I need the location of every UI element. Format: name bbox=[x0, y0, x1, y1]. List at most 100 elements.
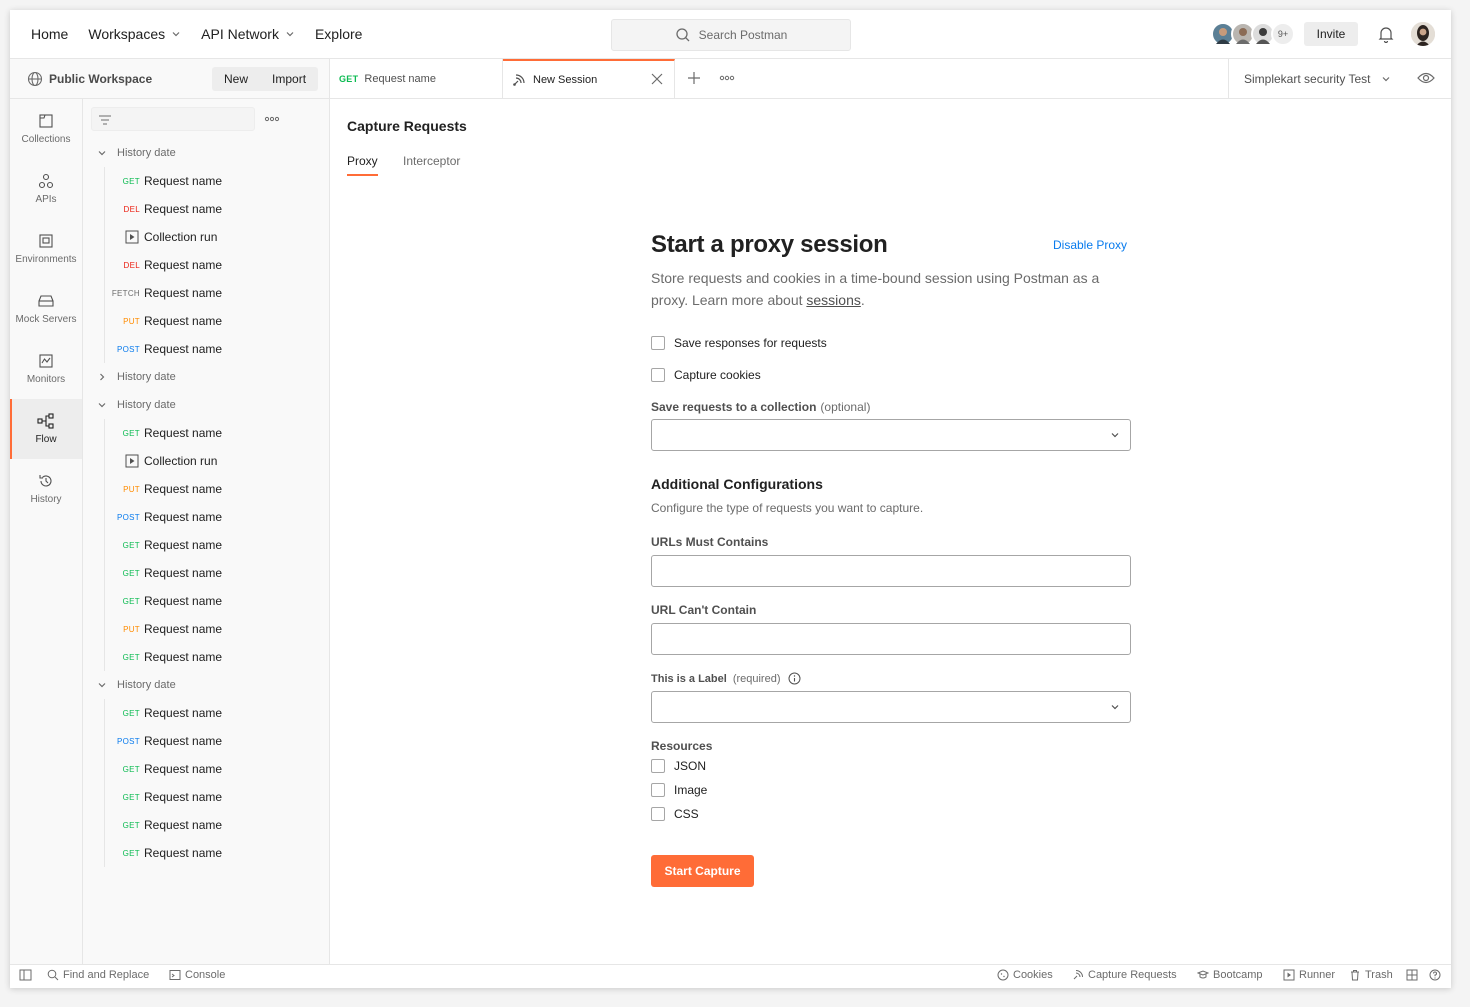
history-item[interactable]: PUT Request name bbox=[83, 615, 330, 643]
cookies-button[interactable]: Cookies bbox=[997, 969, 1053, 981]
tab-request[interactable]: GET Request name bbox=[330, 59, 503, 98]
history-item[interactable]: Collection run bbox=[83, 447, 330, 475]
tab-interceptor[interactable]: Interceptor bbox=[403, 154, 460, 168]
new-button[interactable]: New bbox=[212, 67, 260, 91]
resource-option-css[interactable]: CSS bbox=[651, 807, 699, 821]
history-item[interactable]: DEL Request name bbox=[83, 195, 330, 223]
close-tab-button[interactable] bbox=[650, 72, 664, 86]
history-item[interactable]: PUT Request name bbox=[83, 475, 330, 503]
find-replace-button[interactable]: Find and Replace bbox=[47, 969, 149, 981]
nav-explore[interactable]: Explore bbox=[305, 10, 372, 58]
chevron-down-icon bbox=[172, 32, 180, 37]
nav-home[interactable]: Home bbox=[10, 10, 78, 58]
history-group[interactable]: History date bbox=[83, 363, 330, 391]
url-cant-contain-input[interactable] bbox=[651, 623, 1131, 655]
invite-button[interactable]: Invite bbox=[1304, 22, 1358, 46]
history-item[interactable]: GET Request name bbox=[83, 419, 330, 447]
start-capture-button[interactable]: Start Capture bbox=[651, 855, 754, 887]
info-icon[interactable] bbox=[788, 672, 801, 685]
history-group[interactable]: History date bbox=[83, 139, 330, 167]
css-checkbox[interactable] bbox=[651, 807, 665, 821]
chevron-down-icon[interactable] bbox=[97, 400, 107, 410]
history-item[interactable]: GET Request name bbox=[83, 839, 330, 867]
history-item[interactable]: POST Request name bbox=[83, 335, 330, 363]
new-tab-button[interactable] bbox=[687, 71, 701, 85]
environment-quick-look-button[interactable] bbox=[1417, 71, 1435, 85]
globe-icon bbox=[27, 71, 43, 87]
import-button[interactable]: Import bbox=[260, 67, 318, 91]
sidebar-item-apis[interactable]: APIs bbox=[10, 159, 82, 219]
history-item[interactable]: GET Request name bbox=[83, 699, 330, 727]
help-button[interactable] bbox=[1429, 969, 1441, 981]
chevron-down-icon[interactable] bbox=[97, 148, 107, 158]
history-item[interactable]: Collection run bbox=[83, 223, 330, 251]
save-responses-option[interactable]: Save responses for requests bbox=[651, 336, 827, 350]
bootcamp-label: Bootcamp bbox=[1213, 969, 1263, 981]
search-input[interactable]: Search Postman bbox=[611, 19, 851, 51]
person-icon bbox=[1411, 22, 1435, 46]
trash-button[interactable]: Trash bbox=[1349, 969, 1393, 981]
console-button[interactable]: Console bbox=[169, 969, 225, 981]
runner-button[interactable]: Runner bbox=[1283, 969, 1335, 981]
history-item[interactable]: GET Request name bbox=[83, 643, 330, 671]
sessions-link[interactable]: sessions bbox=[806, 292, 860, 308]
disable-proxy-link[interactable]: Disable Proxy bbox=[1053, 238, 1127, 252]
history-item[interactable]: GET Request name bbox=[83, 587, 330, 615]
toggle-sidebar-button[interactable] bbox=[19, 969, 32, 981]
tab-options-button[interactable] bbox=[719, 72, 735, 84]
tab-proxy[interactable]: Proxy bbox=[347, 154, 378, 176]
user-avatar[interactable] bbox=[1411, 22, 1435, 46]
sidebar-item-label: Monitors bbox=[26, 374, 66, 385]
resource-option-image[interactable]: Image bbox=[651, 783, 707, 797]
history-filter-input[interactable] bbox=[91, 107, 255, 131]
history-item[interactable]: GET Request name bbox=[83, 559, 330, 587]
capture-cookies-option[interactable]: Capture cookies bbox=[651, 368, 761, 382]
sidebar-item-flow[interactable]: Flow bbox=[10, 399, 82, 459]
sidebar-item-monitors[interactable]: Monitors bbox=[10, 339, 82, 399]
history-item-method: GET bbox=[122, 596, 140, 606]
save-responses-checkbox[interactable] bbox=[651, 336, 665, 350]
sidebar-item-history[interactable]: History bbox=[10, 459, 82, 519]
urls-must-contain-input[interactable] bbox=[651, 555, 1131, 587]
history-item-label: Request name bbox=[144, 538, 223, 552]
nav-api-network[interactable]: API Network bbox=[191, 10, 305, 58]
history-item[interactable]: GET Request name bbox=[83, 167, 330, 195]
capture-requests-button[interactable]: Capture Requests bbox=[1072, 969, 1177, 981]
history-item[interactable]: GET Request name bbox=[83, 783, 330, 811]
capture-cookies-checkbox[interactable] bbox=[651, 368, 665, 382]
resource-option-json[interactable]: JSON bbox=[651, 759, 706, 773]
label-select[interactable] bbox=[651, 691, 1131, 723]
json-checkbox[interactable] bbox=[651, 759, 665, 773]
history-options-button[interactable] bbox=[264, 115, 280, 123]
history-item[interactable]: GET Request name bbox=[83, 811, 330, 839]
history-item[interactable]: DEL Request name bbox=[83, 251, 330, 279]
history-item[interactable]: PUT Request name bbox=[83, 307, 330, 335]
nav-workspaces[interactable]: Workspaces bbox=[78, 10, 191, 58]
history-group[interactable]: History date bbox=[83, 671, 330, 699]
sidebar-item-collections[interactable]: Collections bbox=[10, 99, 82, 159]
notifications-button[interactable] bbox=[1378, 25, 1394, 43]
layout-button[interactable] bbox=[1406, 969, 1418, 981]
sidebar-item-mock-servers[interactable]: Mock Servers bbox=[10, 279, 82, 339]
form-heading: Start a proxy session bbox=[651, 231, 888, 258]
tab-new-session[interactable]: New Session bbox=[503, 59, 675, 98]
history-item[interactable]: GET Request name bbox=[83, 531, 330, 559]
bootcamp-button[interactable]: Bootcamp bbox=[1197, 969, 1263, 981]
sidebar-item-environments[interactable]: Environments bbox=[10, 219, 82, 279]
history-item[interactable]: POST Request name bbox=[83, 503, 330, 531]
history-item[interactable]: FETCH Request name bbox=[83, 279, 330, 307]
collection-select[interactable] bbox=[651, 419, 1131, 451]
apis-icon bbox=[38, 173, 54, 189]
image-checkbox[interactable] bbox=[651, 783, 665, 797]
person-icon bbox=[1256, 28, 1270, 44]
workspace-name[interactable]: Public Workspace bbox=[27, 71, 152, 87]
collaborator-avatars[interactable]: 9+ bbox=[1211, 22, 1295, 46]
history-item[interactable]: GET Request name bbox=[83, 755, 330, 783]
chevron-down-icon[interactable] bbox=[97, 680, 107, 690]
avatar-overflow[interactable]: 9+ bbox=[1271, 22, 1295, 46]
chevron-right-icon[interactable] bbox=[97, 372, 107, 382]
sidebar-item-label: History bbox=[30, 494, 62, 505]
history-item[interactable]: POST Request name bbox=[83, 727, 330, 755]
history-group[interactable]: History date bbox=[83, 391, 330, 419]
capture-cookies-label: Capture cookies bbox=[674, 368, 761, 382]
